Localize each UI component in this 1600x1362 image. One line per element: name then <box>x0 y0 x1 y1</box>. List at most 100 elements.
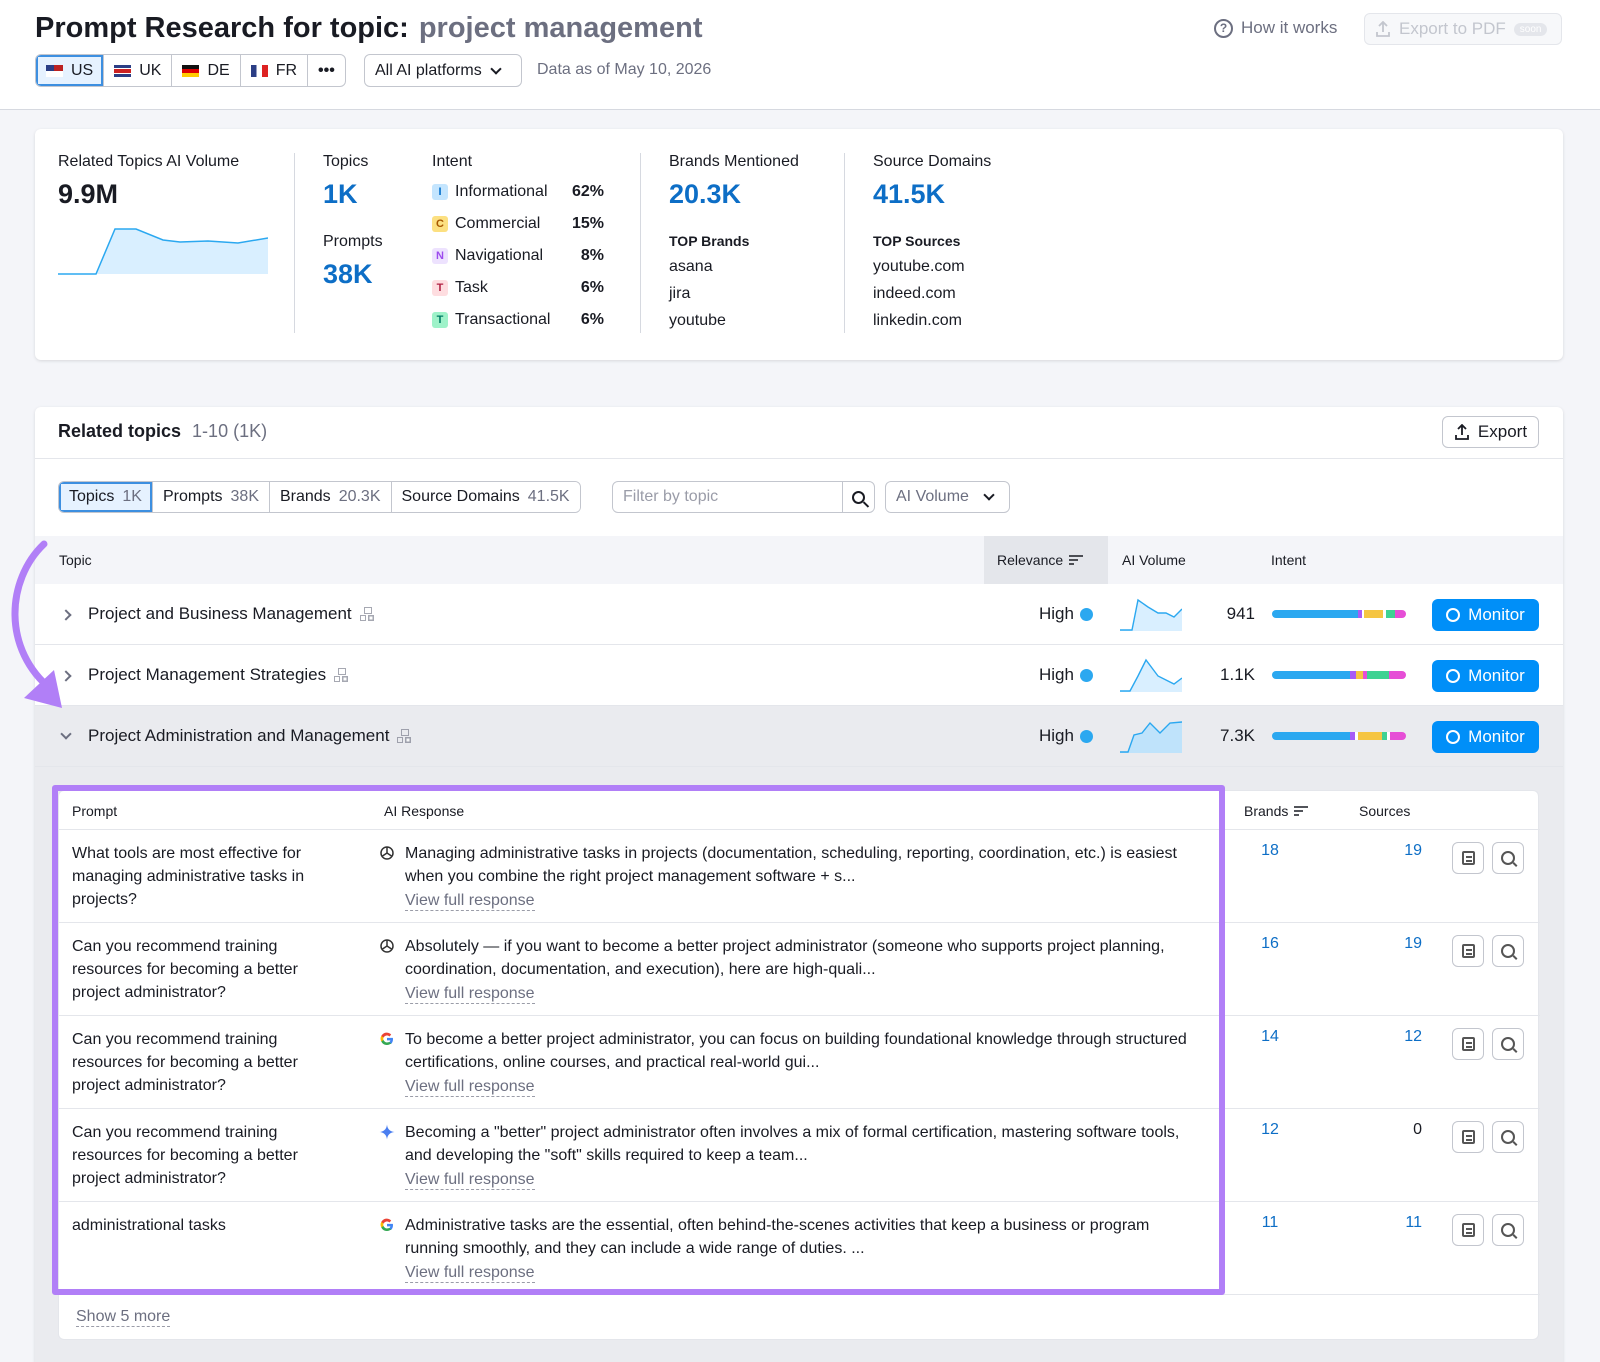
transactional-badge: T <box>432 312 448 328</box>
search-button[interactable] <box>842 482 874 512</box>
relevance-dot-icon <box>1079 729 1093 743</box>
chevron-down-icon[interactable] <box>60 728 72 740</box>
sources-count-link[interactable]: 19 <box>1352 935 1422 953</box>
view-full-response-link[interactable]: View full response <box>405 1171 535 1190</box>
top-brand-item: asana <box>669 258 713 275</box>
tab-source-domains[interactable]: Source Domains 41.5K <box>391 482 580 512</box>
de-flag-icon <box>182 64 200 77</box>
zoom-icon <box>1501 944 1515 958</box>
brands-value[interactable]: 20.3K <box>669 179 741 210</box>
top-source-item: youtube.com <box>873 258 965 275</box>
view-full-response-link[interactable]: View full response <box>405 1264 535 1283</box>
informational-badge: I <box>432 184 448 200</box>
brands-count-link[interactable]: 16 <box>1245 935 1295 953</box>
tab-topics[interactable]: Topics 1K <box>59 482 153 512</box>
brands-count-link[interactable]: 18 <box>1245 842 1295 860</box>
topics-value[interactable]: 1K <box>323 179 358 210</box>
export-button[interactable]: Export <box>1442 416 1539 448</box>
analyze-button[interactable] <box>1492 842 1524 874</box>
upload-icon <box>1455 424 1469 440</box>
document-icon <box>1461 851 1475 865</box>
analyze-button[interactable] <box>1492 1121 1524 1153</box>
analyze-button[interactable] <box>1492 1028 1524 1060</box>
view-response-button[interactable] <box>1452 935 1484 967</box>
prompt-text: Can you recommend training resources for… <box>72 1031 298 1094</box>
view-response-button[interactable] <box>1452 1028 1484 1060</box>
brands-count-link[interactable]: 14 <box>1245 1028 1295 1046</box>
how-it-works-link[interactable]: ? How it works <box>1214 18 1337 38</box>
topic-name[interactable]: Project and Business Management <box>88 604 352 624</box>
relevance-dot-icon <box>1079 607 1093 621</box>
annotation-arrow-icon <box>11 540 62 708</box>
monitor-button[interactable]: Monitor <box>1432 599 1539 631</box>
document-icon <box>1461 1130 1475 1144</box>
topic-row[interactable]: Project and Business Management High 941… <box>35 584 1563 645</box>
tab-prompts[interactable]: Prompts 38K <box>152 482 270 512</box>
platform-dropdown[interactable]: All AI platforms <box>364 54 522 87</box>
analyze-button[interactable] <box>1492 935 1524 967</box>
country-us[interactable]: US <box>36 55 105 86</box>
topic-row-expanded[interactable]: Project Administration and Management Hi… <box>35 706 1563 767</box>
chevron-down-icon <box>983 489 995 501</box>
volume-sparkline <box>1120 598 1182 631</box>
country-uk[interactable]: UK <box>104 55 173 86</box>
sources-value[interactable]: 41.5K <box>873 179 945 210</box>
monitor-icon <box>1446 608 1461 622</box>
brands-count-link[interactable]: 12 <box>1245 1121 1295 1139</box>
page-header: Prompt Research for topic: project manage… <box>0 0 1600 110</box>
view-response-button[interactable] <box>1452 1121 1484 1153</box>
upload-icon <box>1376 21 1390 37</box>
brands-count-link[interactable]: 11 <box>1245 1214 1295 1232</box>
intent-bar <box>1272 610 1406 618</box>
top-brands-label: TOP Brands <box>669 233 750 249</box>
sources-count: 0 <box>1413 1121 1422 1138</box>
topic-name[interactable]: Project Administration and Management <box>88 726 389 746</box>
commercial-badge: C <box>432 216 448 232</box>
col-sources: Sources <box>1359 802 1411 819</box>
prompt-text: Can you recommend training resources for… <box>72 938 298 1001</box>
tab-brands[interactable]: Brands 20.3K <box>269 482 392 512</box>
top-brand-item: youtube <box>669 312 726 329</box>
view-full-response-link[interactable]: View full response <box>405 985 535 1004</box>
export-pdf-button[interactable]: Export to PDF soon <box>1364 13 1562 45</box>
volume-trend-sparkline <box>58 228 268 275</box>
gemini-icon <box>379 1124 395 1140</box>
view-response-button[interactable] <box>1452 1214 1484 1246</box>
prompts-value[interactable]: 38K <box>323 259 373 290</box>
sources-count-link[interactable]: 19 <box>1352 842 1422 860</box>
fr-flag-icon <box>250 64 268 77</box>
ai-response-text: Managing administrative tasks in project… <box>405 845 1177 885</box>
view-full-response-link[interactable]: View full response <box>405 1078 535 1097</box>
topic-row[interactable]: Project Management Strategies High 1.1K … <box>35 645 1563 706</box>
soon-badge: soon <box>1513 22 1548 36</box>
monitor-button[interactable]: Monitor <box>1432 660 1539 692</box>
prompt-row: What tools are most effective for managi… <box>59 830 1540 923</box>
google-icon <box>380 1032 393 1046</box>
sources-count-link[interactable]: 11 <box>1352 1214 1422 1232</box>
volume-sparkline <box>1120 658 1182 692</box>
document-icon <box>1461 944 1475 958</box>
intent-bar <box>1272 671 1406 679</box>
topics-label: Topics <box>323 153 369 170</box>
data-date: Data as of May 10, 2026 <box>537 61 712 78</box>
zoom-icon <box>1501 1130 1515 1144</box>
view-response-button[interactable] <box>1452 842 1484 874</box>
uk-flag-icon <box>114 64 132 77</box>
prompt-row: Can you recommend training resources for… <box>59 923 1540 1016</box>
col-ai-volume[interactable]: AI Volume <box>1108 536 1258 584</box>
sources-count-link[interactable]: 12 <box>1352 1028 1422 1046</box>
cluster-icon <box>359 607 375 621</box>
show-more-link[interactable]: Show 5 more <box>76 1308 171 1327</box>
view-full-response-link[interactable]: View full response <box>405 892 535 911</box>
ai-volume-dropdown[interactable]: AI Volume <box>885 481 1010 513</box>
top-sources-label: TOP Sources <box>873 233 961 249</box>
col-brands[interactable]: Brands <box>1244 791 1309 830</box>
col-relevance[interactable]: Relevance <box>984 536 1108 584</box>
country-fr[interactable]: FR <box>241 55 309 86</box>
country-de[interactable]: DE <box>172 55 241 86</box>
analyze-button[interactable] <box>1492 1214 1524 1246</box>
monitor-button[interactable]: Monitor <box>1432 721 1539 753</box>
filter-topic-input[interactable]: Filter by topic <box>612 481 875 513</box>
more-countries-button[interactable]: ••• <box>308 55 345 86</box>
topic-name[interactable]: Project Management Strategies <box>88 665 326 685</box>
